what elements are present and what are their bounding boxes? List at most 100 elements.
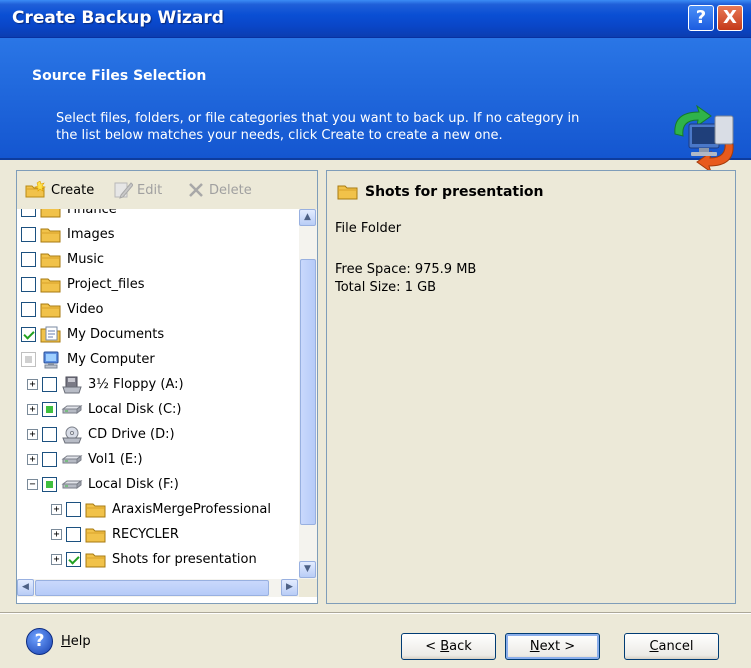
folder-icon — [337, 185, 358, 200]
details-title: Shots for presentation — [365, 184, 544, 200]
tree-item-checkbox[interactable] — [21, 352, 36, 367]
scroll-up-button[interactable]: ▲ — [299, 209, 316, 226]
vertical-scroll-thumb[interactable] — [300, 259, 316, 525]
tree-item[interactable]: Finance — [21, 209, 117, 222]
tree-item-checkbox[interactable] — [21, 327, 36, 342]
horizontal-scroll-thumb[interactable] — [35, 580, 269, 596]
tree-item[interactable]: +3½ Floppy (A:) — [27, 372, 184, 397]
close-button[interactable]: X — [717, 5, 743, 31]
tree-item[interactable]: − Local Disk (F:) — [27, 472, 179, 497]
folder-icon — [40, 209, 62, 219]
tree-item-checkbox[interactable] — [42, 402, 57, 417]
details-total-size: Total Size: 1 GB — [335, 280, 437, 295]
folder-icon — [85, 501, 107, 519]
expand-icon[interactable]: + — [27, 404, 38, 415]
folder-icon — [85, 526, 107, 544]
tree-horizontal-scrollbar[interactable]: ◀ ▶ — [17, 579, 299, 597]
tree-item-checkbox[interactable] — [42, 452, 57, 467]
tree-item[interactable]: + CD Drive (D:) — [27, 422, 175, 447]
delete-button[interactable]: Delete — [187, 180, 252, 200]
edit-pencil-icon — [114, 182, 133, 199]
tree-item-checkbox[interactable] — [21, 277, 36, 292]
scroll-right-button[interactable]: ▶ — [281, 579, 298, 596]
tree-item-label: My Documents — [67, 327, 165, 342]
tree-item-checkbox[interactable] — [42, 427, 57, 442]
help-link[interactable]: ? Help — [26, 628, 91, 655]
tree-item[interactable]: + RECYCLER — [51, 522, 179, 547]
help-title-button[interactable]: ? — [688, 5, 714, 31]
tree-item[interactable]: Video — [21, 297, 103, 322]
next-button[interactable]: Next > — [505, 633, 600, 660]
tree-toolbar: Create Edit Delete — [17, 171, 317, 209]
details-panel: Shots for presentation File Folder Free … — [326, 170, 736, 604]
tree-item[interactable]: Music — [21, 247, 104, 272]
hard-disk-icon — [61, 476, 83, 494]
tree-item[interactable]: Images — [21, 222, 115, 247]
scroll-left-button[interactable]: ◀ — [17, 579, 34, 596]
tree-item-checkbox[interactable] — [42, 477, 57, 492]
folder-icon — [40, 301, 62, 319]
tree-item-checkbox[interactable] — [66, 527, 81, 542]
help-icon: ? — [26, 628, 53, 655]
tree-item-checkbox[interactable] — [66, 552, 81, 567]
tree-item-label: Vol1 (E:) — [88, 452, 143, 467]
expand-icon[interactable]: + — [27, 454, 38, 465]
tree-item-label: AraxisMergeProfessional — [112, 502, 271, 517]
edit-label: Edit — [137, 182, 163, 198]
scrollbar-corner — [299, 579, 317, 597]
step-title: Source Files Selection — [32, 68, 207, 84]
tree-item-label: Music — [67, 252, 104, 267]
description-line-2: the list below matches your needs, click… — [56, 128, 503, 143]
details-header: Shots for presentation — [337, 183, 544, 201]
help-label: Help — [61, 634, 91, 649]
back-button[interactable]: < Back — [401, 633, 496, 660]
source-tree[interactable]: Finance Images Music Project_files Video My D… — [17, 209, 299, 579]
expand-icon[interactable]: + — [51, 554, 62, 565]
delete-label: Delete — [209, 182, 252, 198]
wizard-header: Source Files Selection Select files, fol… — [0, 38, 751, 174]
window-title: Create Backup Wizard — [12, 8, 224, 28]
tree-item-label: Video — [67, 302, 104, 317]
tree-item-label: 3½ Floppy (A:) — [88, 377, 184, 392]
tree-item[interactable]: My Documents — [21, 322, 164, 347]
tree-item-checkbox[interactable] — [42, 377, 57, 392]
expand-icon[interactable]: + — [51, 504, 62, 515]
tree-item[interactable]: + AraxisMergeProfessional — [51, 497, 271, 522]
title-bar[interactable]: Create Backup Wizard ? X — [0, 0, 751, 38]
tree-item[interactable]: + Vol1 (E:) — [27, 447, 143, 472]
delete-x-icon — [189, 183, 203, 197]
details-type: File Folder — [335, 221, 402, 236]
my-computer-icon — [40, 351, 62, 369]
create-button[interactable]: Create — [25, 180, 94, 200]
my-documents-icon — [40, 326, 62, 344]
tree-item-label: Finance — [67, 209, 117, 217]
folder-icon — [40, 251, 62, 269]
folder-icon — [40, 226, 62, 244]
tree-vertical-scrollbar[interactable]: ▲ ▼ — [299, 209, 317, 579]
scroll-down-button[interactable]: ▼ — [299, 561, 316, 578]
tree-item-checkbox[interactable] — [66, 502, 81, 517]
tree-item[interactable]: My Computer — [21, 347, 155, 372]
tree-item[interactable]: Project_files — [21, 272, 145, 297]
tree-item-label: CD Drive (D:) — [88, 427, 175, 442]
tree-item-checkbox[interactable] — [21, 302, 36, 317]
tree-item-label: My Computer — [67, 352, 155, 367]
tree-item-checkbox[interactable] — [21, 252, 36, 267]
collapse-icon[interactable]: − — [27, 479, 38, 490]
tree-item-label: Shots for presentation — [112, 552, 257, 567]
expand-icon[interactable]: + — [51, 529, 62, 540]
cancel-button[interactable]: Cancel — [624, 633, 719, 660]
tree-item-checkbox[interactable] — [21, 227, 36, 242]
edit-button[interactable]: Edit — [113, 180, 162, 200]
tree-item[interactable]: + Local Disk (C:) — [27, 397, 181, 422]
expand-icon[interactable]: + — [27, 379, 38, 390]
tree-item-checkbox[interactable] — [21, 209, 36, 217]
expand-icon[interactable]: + — [27, 429, 38, 440]
new-folder-icon — [25, 181, 46, 198]
folder-icon — [85, 551, 107, 569]
folder-icon — [40, 276, 62, 294]
hard-disk-icon — [61, 451, 83, 469]
hard-disk-icon — [61, 401, 83, 419]
tree-item[interactable]: + Shots for presentation — [51, 547, 257, 572]
description-line-1: Select files, folders, or file categorie… — [56, 111, 580, 126]
